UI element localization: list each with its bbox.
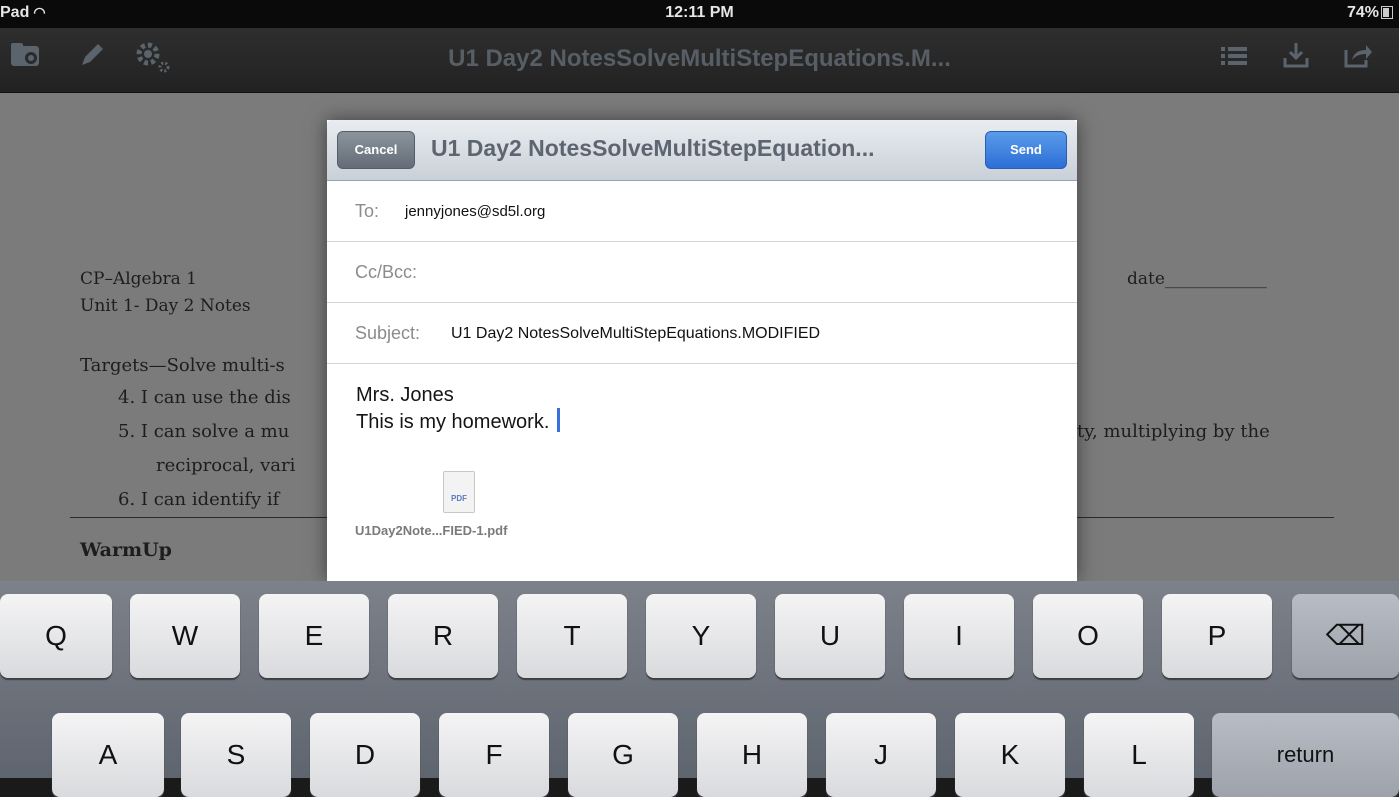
- key-h[interactable]: H: [697, 713, 807, 797]
- compose-title: U1 Day2 NotesSolveMultiStepEquation...: [431, 135, 875, 161]
- key-j[interactable]: J: [826, 713, 936, 797]
- pdf-icon-label: PDF: [451, 494, 467, 503]
- key-g[interactable]: G: [568, 713, 678, 797]
- key-p[interactable]: P: [1162, 594, 1272, 678]
- document-title: U1 Day2 NotesSolveMultiStepEquations.M..…: [448, 45, 951, 72]
- doc-unit: Unit 1- Day 2 Notes: [80, 296, 251, 316]
- to-label: To:: [355, 201, 380, 221]
- status-time: 12:11 PM: [665, 4, 734, 21]
- key-s[interactable]: S: [181, 713, 291, 797]
- pdf-attachment-icon[interactable]: PDF: [443, 471, 475, 513]
- key-l[interactable]: L: [1084, 713, 1194, 797]
- key-y[interactable]: Y: [646, 594, 756, 678]
- to-recipient[interactable]: jennyjones@sd5l.org: [405, 203, 545, 220]
- body-line-2: This is my homework.: [356, 408, 561, 435]
- doc-course: CP–Algebra 1: [80, 269, 197, 289]
- doc-item5-end: ty, multiplying by the: [1077, 421, 1270, 442]
- doc-warmup: WarmUp: [80, 539, 172, 561]
- key-a[interactable]: A: [52, 713, 164, 797]
- battery-icon: [1381, 6, 1393, 20]
- delete-key[interactable]: ⌫: [1292, 594, 1399, 678]
- cancel-button[interactable]: Cancel: [337, 131, 415, 169]
- send-button[interactable]: Send: [985, 131, 1067, 169]
- battery-percent: 74%: [1346, 4, 1379, 21]
- key-d[interactable]: D: [310, 713, 420, 797]
- body-line-2-text: This is my homework.: [356, 411, 550, 433]
- ccbcc-label: Cc/Bcc:: [355, 262, 418, 282]
- key-r[interactable]: R: [388, 594, 498, 678]
- key-o[interactable]: O: [1033, 594, 1143, 678]
- app-toolbar: U1 Day2 NotesSolveMultiStepEquations.M..…: [0, 28, 1399, 93]
- key-w[interactable]: W: [130, 594, 240, 678]
- key-u[interactable]: U: [775, 594, 885, 678]
- compose-header: Cancel U1 Day2 NotesSolveMultiStepEquati…: [327, 120, 1077, 181]
- status-right: 74%: [1347, 4, 1393, 22]
- text-cursor: [557, 408, 561, 432]
- key-i[interactable]: I: [904, 594, 1014, 678]
- mail-compose-sheet: Cancel U1 Day2 NotesSolveMultiStepEquati…: [327, 120, 1077, 581]
- doc-targets: Targets—Solve multi-s: [80, 355, 285, 376]
- doc-date: date____________: [1127, 269, 1267, 289]
- doc-item5-cont: reciprocal, vari: [156, 455, 296, 476]
- message-body[interactable]: Mrs. Jones This is my homework.: [356, 382, 561, 435]
- to-field[interactable]: To: jennyjones@sd5l.org: [327, 181, 1077, 242]
- return-key[interactable]: return: [1212, 713, 1399, 797]
- subject-field[interactable]: Subject: U1 Day2 NotesSolveMultiStepEqua…: [327, 303, 1077, 364]
- doc-item6: 6. I can identify if: [118, 489, 280, 510]
- body-line-1: Mrs. Jones: [356, 384, 454, 406]
- download-icon[interactable]: [1276, 40, 1316, 80]
- doc-item4: 4. I can use the dis: [118, 387, 291, 408]
- doc-item5: 5. I can solve a mu: [118, 421, 290, 442]
- share-icon[interactable]: [1338, 40, 1378, 80]
- subject-label: Subject:: [355, 323, 421, 343]
- key-q[interactable]: Q: [0, 594, 112, 678]
- list-icon[interactable]: [1214, 40, 1254, 80]
- subject-value[interactable]: U1 Day2 NotesSolveMultiStepEquations.MOD…: [451, 325, 820, 343]
- key-t[interactable]: T: [517, 594, 627, 678]
- key-e[interactable]: E: [259, 594, 369, 678]
- key-f[interactable]: F: [439, 713, 549, 797]
- delete-icon: ⌫: [1325, 620, 1366, 651]
- key-k[interactable]: K: [955, 713, 1065, 797]
- status-bar: Pad ◠ 12:11 PM 74%: [0, 0, 1399, 28]
- onscreen-keyboard: Q W E R T Y U I O P ⌫ A S D F G H J K L …: [0, 581, 1399, 797]
- ccbcc-field[interactable]: Cc/Bcc:: [327, 242, 1077, 303]
- attachment-filename: U1Day2Note...FIED-1.pdf: [355, 523, 508, 538]
